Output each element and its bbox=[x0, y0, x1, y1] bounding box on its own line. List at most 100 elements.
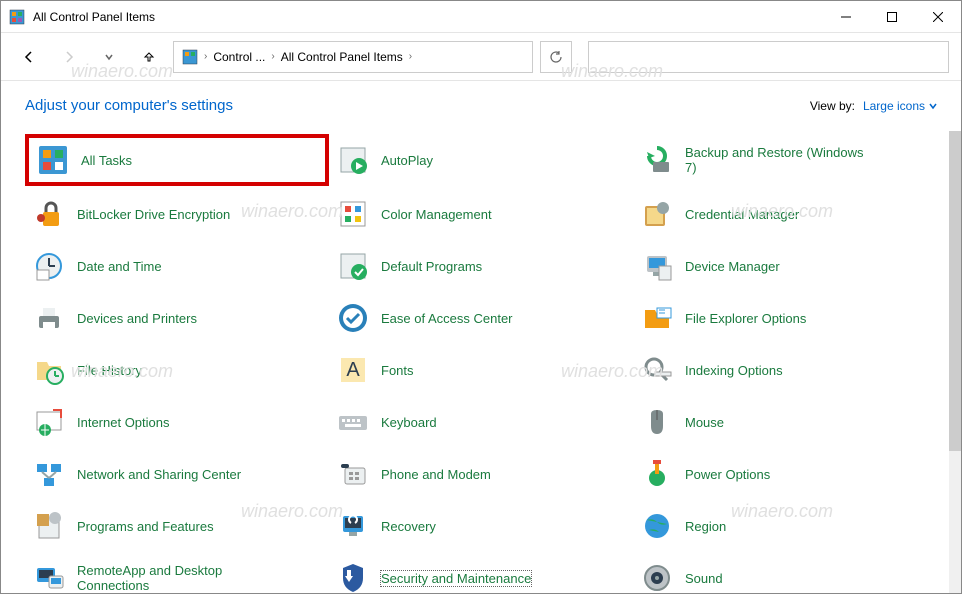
maximize-button[interactable] bbox=[869, 1, 915, 33]
cp-item-label: Keyboard bbox=[381, 415, 437, 430]
cp-item-region[interactable]: Region bbox=[633, 502, 937, 550]
cp-item-devices-and-printers[interactable]: Devices and Printers bbox=[25, 294, 329, 342]
network-icon bbox=[33, 458, 65, 490]
cp-item-color-management[interactable]: Color Management bbox=[329, 190, 633, 238]
cp-item-programs-and-features[interactable]: Programs and Features bbox=[25, 502, 329, 550]
minimize-button[interactable] bbox=[823, 1, 869, 33]
control-panel-crumb-icon bbox=[182, 49, 198, 65]
remoteapp-icon bbox=[33, 562, 65, 592]
chevron-down-icon bbox=[929, 102, 937, 110]
recent-locations-button[interactable] bbox=[93, 41, 125, 73]
cp-item-phone-and-modem[interactable]: Phone and Modem bbox=[329, 450, 633, 498]
cp-item-label: File Explorer Options bbox=[685, 311, 806, 326]
file-history-icon bbox=[33, 354, 65, 386]
cp-item-label: Default Programs bbox=[381, 259, 482, 274]
toolbar: › Control ... › All Control Panel Items … bbox=[1, 33, 961, 81]
bitlocker-icon bbox=[33, 198, 65, 230]
credential-icon bbox=[641, 198, 673, 230]
power-icon bbox=[641, 458, 673, 490]
content-area: All Tasks AutoPlay Backup and Restore (Win… bbox=[1, 122, 961, 592]
phone-icon bbox=[337, 458, 369, 490]
cp-item-remoteapp-and-desktop-connections[interactable]: RemoteApp and Desktop Connections bbox=[25, 554, 329, 592]
cp-item-default-programs[interactable]: Default Programs bbox=[329, 242, 633, 290]
view-by-control: View by: Large icons bbox=[810, 99, 937, 113]
security-icon bbox=[337, 562, 369, 592]
cp-item-label: Fonts bbox=[381, 363, 414, 378]
control-panel-title-icon bbox=[9, 9, 25, 25]
sound-icon bbox=[641, 562, 673, 592]
cp-item-indexing-options[interactable]: Indexing Options bbox=[633, 346, 937, 394]
cp-item-keyboard[interactable]: Keyboard bbox=[329, 398, 633, 446]
cp-item-file-history[interactable]: File History bbox=[25, 346, 329, 394]
cp-item-label: File History bbox=[77, 363, 142, 378]
internet-icon bbox=[33, 406, 65, 438]
file-explorer-icon bbox=[641, 302, 673, 334]
chevron-right-icon[interactable]: › bbox=[409, 51, 412, 62]
cp-item-recovery[interactable]: Recovery bbox=[329, 502, 633, 550]
cp-item-power-options[interactable]: Power Options bbox=[633, 450, 937, 498]
cp-item-fonts[interactable]: A Fonts bbox=[329, 346, 633, 394]
cp-item-label: Recovery bbox=[381, 519, 436, 534]
default-programs-icon bbox=[337, 250, 369, 282]
cp-item-label: Date and Time bbox=[77, 259, 162, 274]
devices-printers-icon bbox=[33, 302, 65, 334]
cp-item-backup-and-restore-windows-7-[interactable]: Backup and Restore (Windows 7) bbox=[633, 134, 937, 186]
breadcrumb-control-panel[interactable]: Control ... bbox=[213, 50, 265, 64]
cp-item-label: Internet Options bbox=[77, 415, 170, 430]
keyboard-icon bbox=[337, 406, 369, 438]
cp-item-all-tasks[interactable]: All Tasks bbox=[25, 134, 329, 186]
breadcrumb-all-items[interactable]: All Control Panel Items bbox=[281, 50, 403, 64]
search-input[interactable] bbox=[588, 41, 949, 73]
up-button[interactable] bbox=[133, 41, 165, 73]
window-title: All Control Panel Items bbox=[33, 10, 823, 24]
scrollbar[interactable] bbox=[949, 131, 961, 593]
address-bar[interactable]: › Control ... › All Control Panel Items … bbox=[173, 41, 533, 73]
cp-item-device-manager[interactable]: Device Manager bbox=[633, 242, 937, 290]
view-by-select[interactable]: Large icons bbox=[863, 99, 937, 113]
cp-item-autoplay[interactable]: AutoPlay bbox=[329, 134, 633, 186]
chevron-right-icon[interactable]: › bbox=[204, 51, 207, 62]
scrollbar-thumb[interactable] bbox=[949, 131, 961, 451]
cp-item-file-explorer-options[interactable]: File Explorer Options bbox=[633, 294, 937, 342]
view-by-value: Large icons bbox=[863, 99, 925, 113]
page-title: Adjust your computer's settings bbox=[25, 97, 233, 114]
autoplay-icon bbox=[337, 144, 369, 176]
cp-item-bitlocker-drive-encryption[interactable]: BitLocker Drive Encryption bbox=[25, 190, 329, 238]
close-button[interactable] bbox=[915, 1, 961, 33]
cp-item-internet-options[interactable]: Internet Options bbox=[25, 398, 329, 446]
cp-item-label: Programs and Features bbox=[77, 519, 214, 534]
indexing-icon bbox=[641, 354, 673, 386]
cp-item-label: Device Manager bbox=[685, 259, 780, 274]
cp-item-label: Power Options bbox=[685, 467, 770, 482]
cp-item-label: Ease of Access Center bbox=[381, 311, 513, 326]
cp-item-credential-manager[interactable]: Credential Manager bbox=[633, 190, 937, 238]
cp-item-label: Phone and Modem bbox=[381, 467, 491, 482]
forward-button bbox=[53, 41, 85, 73]
cp-item-label: RemoteApp and Desktop Connections bbox=[77, 563, 257, 592]
backup-icon bbox=[641, 144, 673, 176]
cp-item-label: BitLocker Drive Encryption bbox=[77, 207, 230, 222]
items-grid: All Tasks AutoPlay Backup and Restore (Win… bbox=[25, 134, 937, 592]
refresh-button[interactable] bbox=[540, 41, 572, 73]
back-button[interactable] bbox=[13, 41, 45, 73]
cp-item-security-and-maintenance[interactable]: Security and Maintenance bbox=[329, 554, 633, 592]
cp-item-label: Color Management bbox=[381, 207, 492, 222]
svg-text:A: A bbox=[346, 359, 360, 381]
cp-item-mouse[interactable]: Mouse bbox=[633, 398, 937, 446]
device-manager-icon bbox=[641, 250, 673, 282]
chevron-right-icon[interactable]: › bbox=[271, 51, 274, 62]
cp-item-network-and-sharing-center[interactable]: Network and Sharing Center bbox=[25, 450, 329, 498]
titlebar: All Control Panel Items bbox=[1, 1, 961, 33]
cp-item-label: Backup and Restore (Windows 7) bbox=[685, 145, 865, 175]
cp-item-date-and-time[interactable]: Date and Time bbox=[25, 242, 329, 290]
header-row: Adjust your computer's settings View by:… bbox=[1, 81, 961, 122]
cp-item-label: Indexing Options bbox=[685, 363, 783, 378]
cp-item-sound[interactable]: Sound bbox=[633, 554, 937, 592]
cp-item-label: Region bbox=[685, 519, 726, 534]
cp-item-ease-of-access-center[interactable]: Ease of Access Center bbox=[329, 294, 633, 342]
cp-item-label: Credential Manager bbox=[685, 207, 799, 222]
cp-item-label: Sound bbox=[685, 571, 723, 586]
cp-item-label: Security and Maintenance bbox=[381, 571, 531, 586]
cp-item-label: AutoPlay bbox=[381, 153, 433, 168]
fonts-icon: A bbox=[337, 354, 369, 386]
